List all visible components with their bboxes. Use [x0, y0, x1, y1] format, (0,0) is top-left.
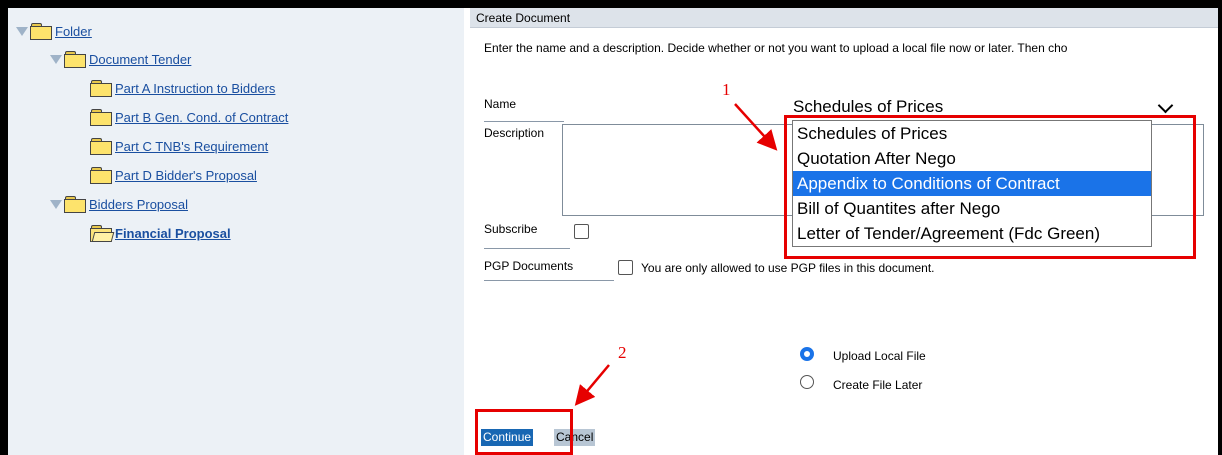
tree-node-part-a[interactable]: Part A Instruction to Bidders: [90, 77, 275, 99]
tree-link-document-tender[interactable]: Document Tender: [89, 52, 191, 67]
folder-icon: [90, 109, 112, 126]
folder-icon: [90, 80, 112, 97]
folder-icon: [90, 138, 112, 155]
tree-link-financial-proposal[interactable]: Financial Proposal: [115, 226, 231, 241]
tree-link-part-b[interactable]: Part B Gen. Cond. of Contract: [115, 110, 288, 125]
annotation-arrow-1: [734, 103, 778, 151]
annotation-arrow-2: [574, 364, 610, 406]
tree-node-part-c[interactable]: Part C TNB's Requirement: [90, 135, 268, 157]
tree-link-part-a[interactable]: Part A Instruction to Bidders: [115, 81, 275, 96]
folder-icon: [30, 23, 52, 40]
annotation-arrows: [574, 103, 778, 406]
folder-icon: [90, 167, 112, 184]
folder-icon: [64, 196, 86, 213]
open-folder-icon: [90, 225, 115, 242]
tree-node-folder[interactable]: Folder: [16, 20, 92, 42]
expand-triangle-icon[interactable]: [16, 26, 28, 36]
screenshot-frame: Folder Document Tender Part A Instructio…: [8, 8, 1218, 455]
tree-link-part-d[interactable]: Part D Bidder's Proposal: [115, 168, 257, 183]
tree-node-part-b[interactable]: Part B Gen. Cond. of Contract: [90, 106, 288, 128]
tree-link-bidders-proposal[interactable]: Bidders Proposal: [89, 197, 188, 212]
folder-tree: Folder Document Tender Part A Instructio…: [8, 8, 464, 455]
tree-link-folder[interactable]: Folder: [55, 24, 92, 39]
tree-link-part-c[interactable]: Part C TNB's Requirement: [115, 139, 268, 154]
create-document-pane: Create Document Enter the name and a des…: [470, 8, 1218, 455]
tree-node-financial-proposal[interactable]: Financial Proposal: [90, 222, 231, 244]
expand-triangle-icon[interactable]: [50, 199, 62, 209]
tree-node-document-tender[interactable]: Document Tender: [50, 48, 191, 70]
expand-triangle-icon[interactable]: [50, 54, 62, 64]
tree-node-bidders-proposal[interactable]: Bidders Proposal: [50, 193, 188, 215]
tree-node-part-d[interactable]: Part D Bidder's Proposal: [90, 164, 257, 186]
folder-icon: [64, 51, 86, 68]
